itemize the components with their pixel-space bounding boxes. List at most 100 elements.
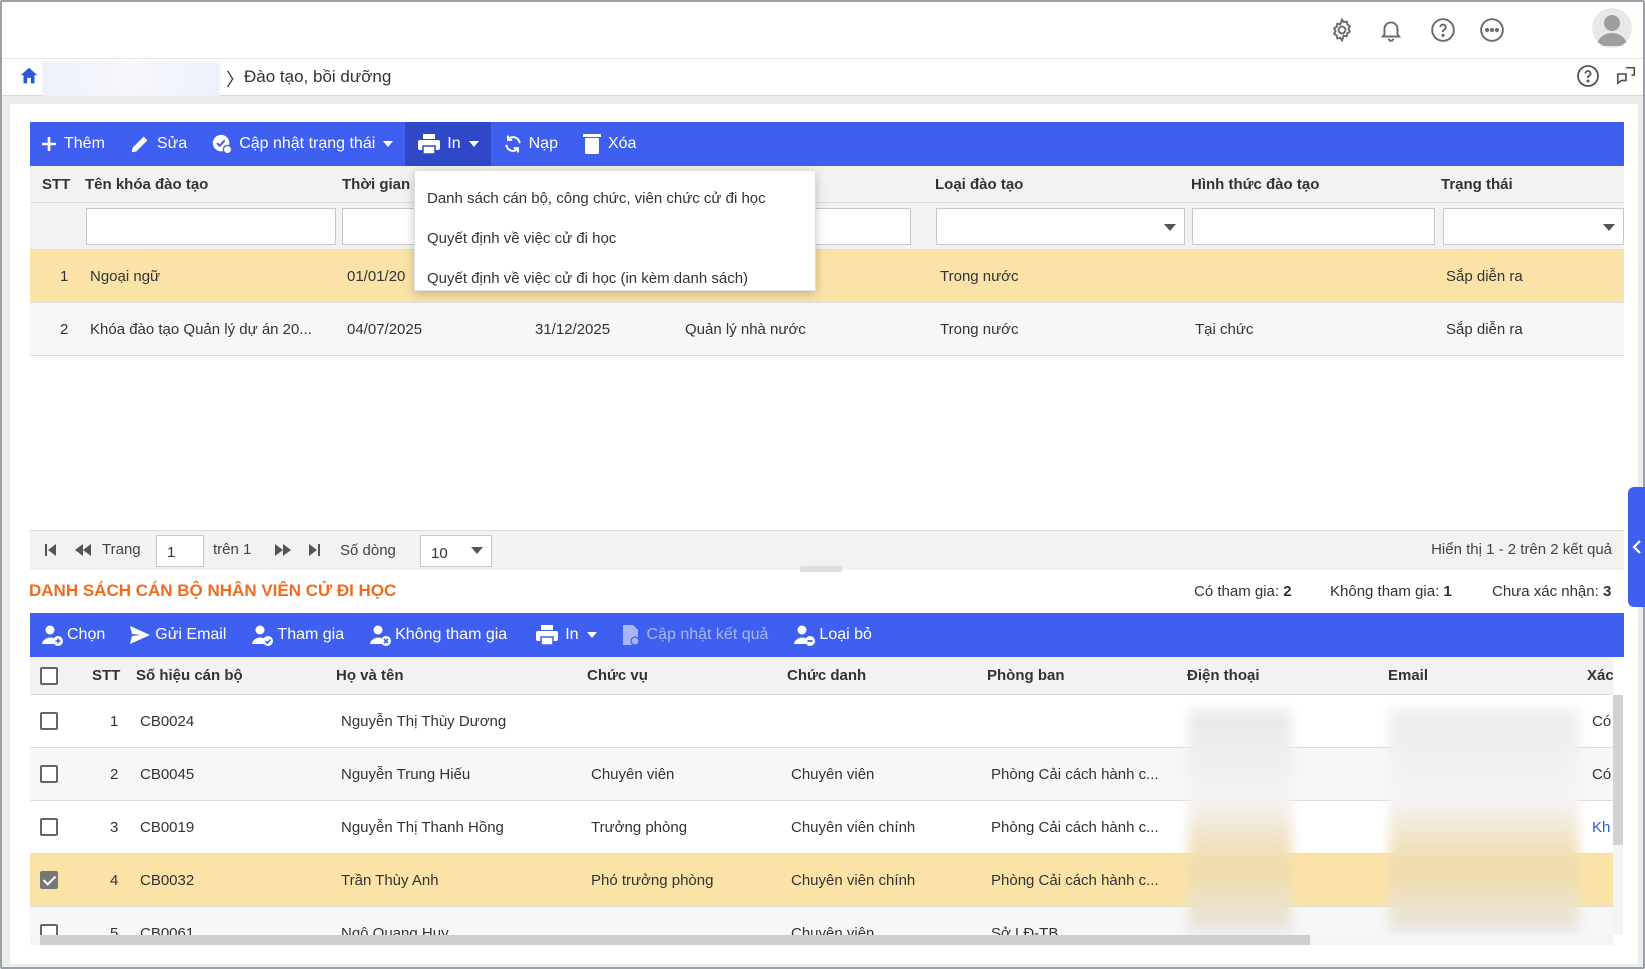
rows-per-page-select[interactable]: 10 — [420, 535, 492, 567]
page-number-input[interactable]: 1 — [156, 535, 204, 567]
remove-button[interactable]: Loại bỏ — [780, 613, 884, 657]
select-all-checkbox[interactable] — [40, 667, 58, 685]
delete-button[interactable]: Xóa — [570, 122, 648, 166]
cell-staff-code: CB0024 — [140, 713, 195, 730]
cell-full-name: Nguyễn Trung Hiếu — [341, 766, 471, 783]
table-row[interactable]: 1 CB0024 Nguyễn Thị Thùy Dương Có — [30, 695, 1613, 748]
help-icon[interactable] — [1576, 64, 1600, 92]
gear-icon[interactable] — [1326, 14, 1358, 46]
cell-title: Chuyên viên — [791, 766, 875, 783]
staff-print-button[interactable]: In — [523, 613, 608, 657]
col-training-type[interactable]: Loại đào tạo — [935, 176, 1023, 193]
col-stt[interactable]: STT — [92, 667, 120, 684]
row-checkbox[interactable] — [40, 712, 58, 730]
col-department[interactable]: Phòng ban — [987, 667, 1065, 684]
avatar[interactable] — [1592, 8, 1632, 48]
col-title[interactable]: Chức danh — [787, 667, 866, 684]
select-button[interactable]: Chọn — [30, 613, 117, 657]
course-grid-body: 1 Ngoại ngữ 01/01/20 Trong nước Sắp diễn… — [30, 250, 1624, 530]
page-of-label: trên 1 — [213, 541, 252, 558]
chevron-down-icon — [468, 141, 479, 147]
col-email[interactable]: Email — [1388, 667, 1428, 684]
cell-start-date: 01/01/20 — [347, 268, 406, 285]
col-phone[interactable]: Điện thoại — [1187, 667, 1260, 684]
first-page-icon[interactable] — [44, 543, 58, 561]
cell-position: Phó trưởng phòng — [591, 872, 714, 889]
stat-not-joined-label: Không tham gia: — [1330, 583, 1440, 600]
cell-confirm: Có — [1592, 713, 1612, 730]
table-row[interactable]: 3 CB0019 Nguyễn Thị Thanh Hồng Trưởng ph… — [30, 801, 1613, 854]
row-checkbox[interactable] — [40, 871, 58, 889]
filter-time-input[interactable] — [342, 208, 422, 245]
table-row[interactable]: 4 CB0032 Trần Thùy Anh Phó trưởng phòng … — [30, 854, 1613, 907]
prev-page-icon[interactable] — [74, 543, 92, 561]
not-join-button[interactable]: Không tham gia — [356, 613, 519, 657]
horizontal-scrollbar[interactable] — [30, 935, 1613, 945]
cell-status: Sắp diễn ra — [1446, 268, 1523, 285]
reload-label: Nạp — [528, 135, 558, 152]
edit-button[interactable]: Sửa — [117, 122, 199, 166]
row-checkbox[interactable] — [40, 818, 58, 836]
col-training-form[interactable]: Hình thức đào tạo — [1191, 176, 1319, 193]
update-status-button[interactable]: Cập nhật trạng thái — [199, 122, 405, 166]
join-button[interactable]: Tham gia — [238, 613, 356, 657]
cell-training-form: Tại chức — [1195, 321, 1254, 338]
cell-stt: 4 — [110, 872, 119, 889]
cell-confirm[interactable]: Kh — [1592, 819, 1613, 836]
stat-not-joined: Không tham gia: 1 — [1330, 583, 1452, 600]
col-staff-code[interactable]: Số hiệu cán bộ — [136, 667, 243, 684]
next-page-icon[interactable] — [274, 543, 292, 561]
side-panel-toggle[interactable] — [1628, 487, 1645, 607]
filter-training-type-select[interactable] — [936, 208, 1185, 245]
staff-toolbar: Chọn Gửi Email Tham gia Không tham gia I… — [30, 613, 1624, 657]
cell-full-name: Trần Thùy Anh — [341, 872, 439, 889]
more-icon[interactable] — [1476, 14, 1508, 46]
breadcrumb-parent-redacted[interactable] — [42, 61, 220, 97]
table-row[interactable]: 2 CB0045 Nguyễn Trung Hiếu Chuyên viên C… — [30, 748, 1613, 801]
table-row[interactable]: 2 Khóa đào tạo Quản lý dự án 20... 04/07… — [30, 303, 1624, 356]
send-email-button[interactable]: Gửi Email — [117, 613, 238, 657]
col-status[interactable]: Trạng thái — [1441, 176, 1513, 193]
reload-button[interactable]: Nạp — [491, 122, 570, 166]
filter-status-select[interactable] — [1443, 208, 1624, 245]
join-label: Tham gia — [277, 626, 345, 643]
table-row[interactable]: 1 Ngoại ngữ 01/01/20 Trong nước Sắp diễn… — [30, 250, 1624, 303]
breadcrumb-separator: 〉 — [226, 70, 244, 90]
col-course-name[interactable]: Tên khóa đào tạo — [85, 176, 208, 193]
vertical-scrollbar[interactable] — [1613, 695, 1623, 935]
menu-item-staff-list[interactable]: Danh sách cán bộ, công chức, viên chức c… — [415, 179, 815, 219]
col-time[interactable]: Thời gian — [342, 176, 410, 193]
last-page-icon[interactable] — [307, 543, 321, 561]
menu-item-decision-with-list[interactable]: Quyết định về việc cử đi học (in kèm dan… — [415, 259, 815, 299]
col-full-name[interactable]: Họ và tên — [336, 667, 404, 684]
menu-item-decision[interactable]: Quyết định về việc cử đi học — [415, 219, 815, 259]
cell-title: Chuyên viên chính — [791, 819, 916, 836]
add-button[interactable]: Thêm — [30, 122, 117, 166]
scrollbar-thumb[interactable] — [1613, 695, 1623, 845]
scrollbar-thumb[interactable] — [40, 935, 1310, 945]
update-status-label: Cập nhật trạng thái — [239, 135, 376, 152]
home-icon[interactable] — [18, 65, 40, 91]
filter-field-input[interactable] — [815, 208, 911, 245]
bell-icon[interactable] — [1375, 14, 1407, 46]
table-row[interactable]: 5 CB0061 Ngô Quang Huy Chuyên viên Sở LĐ… — [30, 907, 1613, 935]
stat-unconfirmed-value: 3 — [1602, 583, 1612, 600]
col-stt[interactable]: STT — [42, 176, 70, 193]
help-icon[interactable] — [1427, 14, 1459, 46]
cell-staff-code: CB0061 — [140, 925, 195, 935]
stat-joined: Có tham gia: 2 — [1194, 583, 1292, 600]
update-result-button[interactable]: Cập nhật kết quả — [609, 613, 781, 657]
col-position[interactable]: Chức vụ — [587, 667, 648, 684]
print-button[interactable]: In — [405, 122, 491, 166]
filter-course-name-input[interactable] — [86, 208, 336, 245]
splitter-handle[interactable] — [800, 566, 842, 572]
cell-stt: 5 — [110, 925, 119, 935]
row-checkbox[interactable] — [40, 924, 58, 935]
col-confirm[interactable]: Xác n — [1587, 667, 1613, 684]
filter-training-form-input[interactable] — [1192, 208, 1435, 245]
cell-department: Phòng Cải cách hành c... — [991, 766, 1159, 783]
feedback-icon[interactable] — [1615, 64, 1637, 90]
chevron-down-icon — [383, 141, 394, 147]
row-checkbox[interactable] — [40, 765, 58, 783]
update-result-label: Cập nhật kết quả — [646, 626, 769, 643]
